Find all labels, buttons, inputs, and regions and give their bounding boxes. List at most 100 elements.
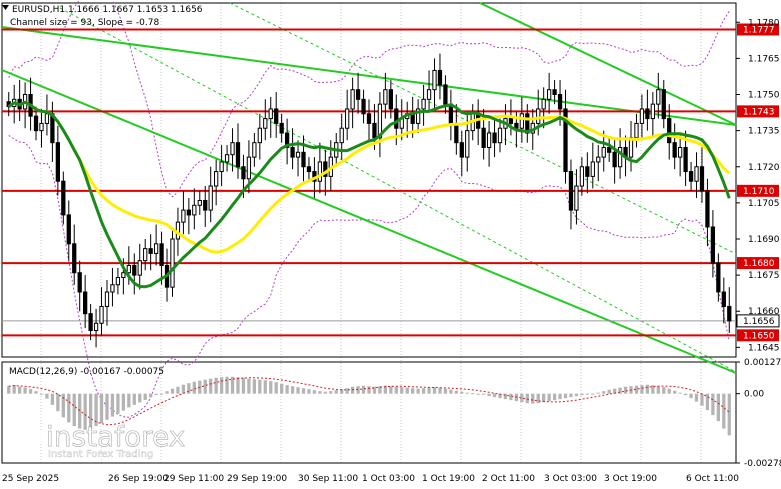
candle-body	[99, 305, 104, 324]
macd-bar	[105, 393, 109, 420]
candle-body	[568, 171, 574, 211]
watermark-tagline: Instant Forex Trading	[48, 449, 153, 460]
chart-background	[0, 0, 781, 489]
y-tick-label: 1.1750	[748, 91, 780, 101]
x-tick-label: 1 Oct 03:00	[362, 474, 415, 484]
macd-bar	[705, 393, 710, 411]
candle-body	[683, 146, 688, 173]
level-tag-label: 1.1743	[743, 107, 775, 117]
candle-body	[727, 305, 732, 322]
macd-bar	[149, 393, 153, 398]
eurusd-chart: 1.17771.17431.17101.16801.16501.1656 1.1…	[0, 0, 781, 489]
macd-bar	[623, 386, 628, 394]
candle-body	[366, 113, 372, 124]
macd-bar	[460, 391, 464, 394]
macd-bar	[170, 388, 175, 394]
candle-body	[519, 113, 524, 129]
candle-body	[208, 185, 213, 211]
candle-body	[197, 199, 202, 206]
macd-bar	[258, 379, 262, 394]
candle-body	[345, 108, 350, 129]
macd-bar	[67, 393, 71, 423]
candle-body	[492, 132, 497, 144]
candle-body	[432, 69, 437, 91]
candle-body	[552, 89, 557, 96]
x-tick-label: 2 Oct 11:00	[482, 474, 535, 484]
candle-body	[44, 113, 50, 124]
candle-body	[148, 248, 153, 254]
candle-body	[710, 226, 716, 264]
macd-bar	[28, 389, 33, 394]
macd-bar	[165, 391, 169, 394]
x-tick-label: 1 Oct 19:00	[422, 474, 475, 484]
candle-body	[306, 166, 312, 173]
candle-body	[699, 166, 705, 192]
macd-bar	[247, 378, 251, 394]
candle-body	[661, 89, 666, 120]
macd-bar	[296, 387, 300, 394]
candle-body	[607, 146, 612, 153]
macd-bar	[465, 392, 469, 394]
macd-bar	[154, 393, 158, 395]
macd-bar	[12, 384, 16, 394]
macd-bar	[656, 386, 660, 394]
macd-bar	[580, 393, 584, 396]
candle-body	[650, 103, 655, 120]
macd-bar	[531, 393, 535, 404]
y-tick-label: 1.1720	[748, 163, 780, 173]
macd-bar	[192, 381, 196, 394]
macd-bar	[110, 393, 115, 417]
channel-info-line: Channel size = 93, Slope = -0.78	[10, 18, 159, 28]
macd-bar	[454, 390, 458, 394]
macd-bar	[389, 386, 393, 394]
macd-bar	[209, 378, 213, 394]
x-tick-label: 6 Oct 11:00	[686, 474, 739, 484]
macd-bar	[285, 385, 289, 394]
candle-body	[372, 122, 377, 139]
candle-body	[383, 89, 388, 105]
candle-body	[678, 146, 683, 158]
candle-body	[72, 243, 77, 274]
x-tick-label: 29 Sep 19:00	[227, 474, 287, 484]
candle-body	[667, 118, 672, 144]
candle-body	[110, 284, 115, 293]
candle-body	[645, 108, 650, 120]
candle-body	[39, 122, 44, 132]
candle-body	[192, 204, 197, 216]
candle-body	[557, 94, 563, 110]
macd-bar	[411, 388, 415, 394]
macd-bar	[394, 386, 398, 394]
candle-body	[716, 262, 721, 293]
candle-body	[159, 243, 164, 266]
candle-body	[268, 108, 273, 120]
candle-body	[721, 291, 726, 307]
candle-body	[705, 190, 710, 228]
y-tick-label: 1.1765	[748, 54, 780, 64]
candle-body	[241, 166, 246, 180]
macd-bar	[307, 389, 311, 394]
macd-bar	[421, 388, 426, 394]
macd-bar	[329, 391, 333, 394]
candle-body	[639, 108, 645, 124]
candle-body	[137, 260, 142, 276]
candle-body	[672, 142, 677, 158]
macd-bar	[563, 393, 568, 399]
x-tick-label: 26 Sep 19:00	[108, 474, 168, 484]
macd-bar	[552, 393, 557, 401]
y-tick-label: 1.1675	[748, 271, 780, 281]
macd-bar	[176, 386, 180, 394]
candle-body	[230, 142, 235, 156]
macd-bar	[241, 377, 246, 394]
macd-bar	[318, 391, 322, 394]
candle-body	[235, 142, 241, 168]
macd-bar	[334, 390, 338, 394]
macd-bar	[214, 377, 218, 394]
macd-bar	[558, 393, 562, 400]
y-tick-label: 1.1660	[748, 307, 780, 317]
level-tag-label: 1.1710	[743, 187, 775, 197]
macd-bar	[432, 387, 437, 394]
level-tag-label: 1.1680	[743, 259, 775, 269]
candle-body	[132, 264, 137, 276]
candle-body	[426, 89, 432, 100]
candle-body	[355, 89, 361, 100]
